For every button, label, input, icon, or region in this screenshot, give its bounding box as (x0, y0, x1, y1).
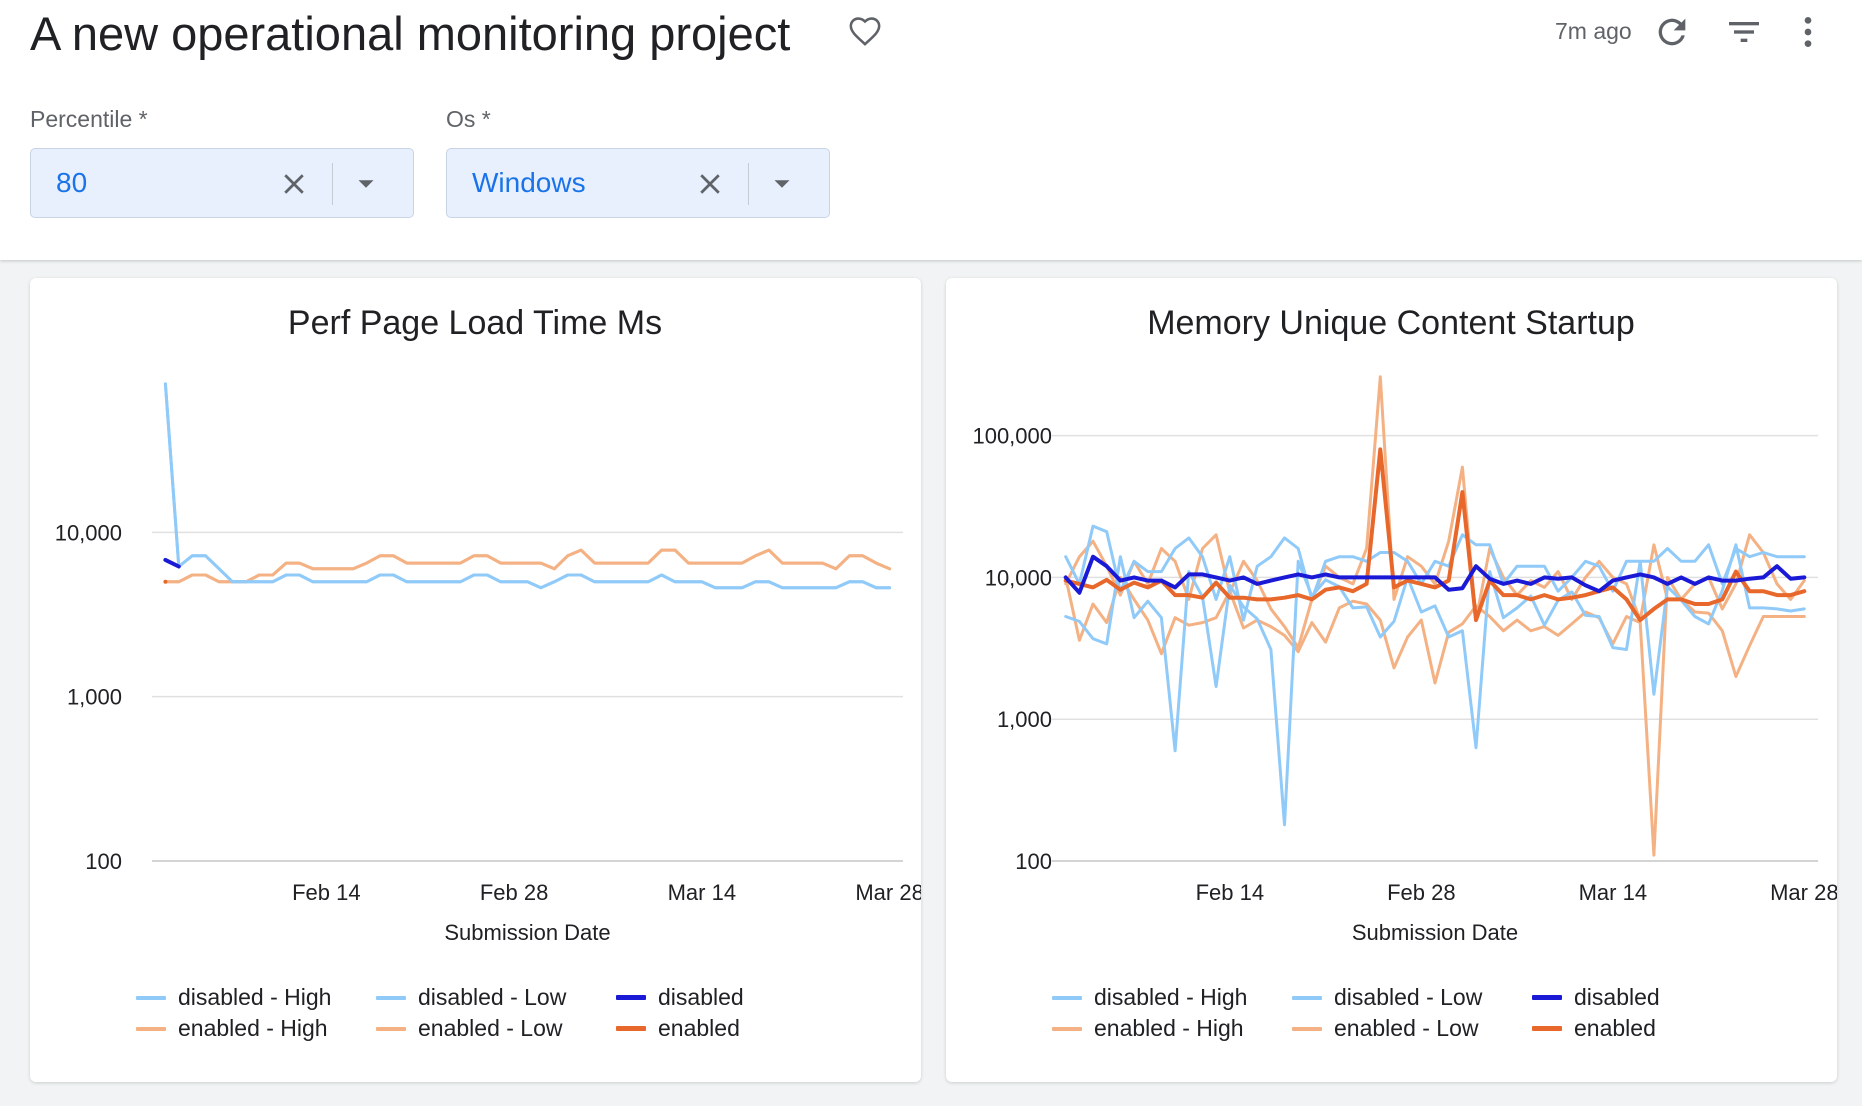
filter-list-icon[interactable] (1724, 12, 1764, 52)
x-tick-label: Mar 28 (1770, 880, 1837, 905)
x-axis-label: Submission Date (444, 920, 610, 945)
last-updated-text: 7m ago (1555, 18, 1632, 44)
series-line-disabled (163, 557, 181, 569)
legend-label: disabled (1574, 984, 1660, 1010)
series-line-enabled-high (163, 548, 892, 584)
chart-title: Perf Page Load Time Ms (288, 304, 662, 342)
perf-page-load-chart: Perf Page Load Time Ms 100 1,000 10,000 Feb … (55, 304, 921, 945)
os-value: Windows (472, 167, 586, 198)
legend-swatch (616, 1026, 646, 1031)
y-tick-label: 100 (85, 849, 122, 874)
legend-swatch (376, 1026, 406, 1031)
memory-unique-content-chart-card: Memory Unique Content Startup 100 1,000 10,… (946, 278, 1837, 1082)
memory-unique-content-chart: Memory Unique Content Startup 100 1,000 10,… (972, 304, 1837, 945)
legend-item-enabled-high[interactable]: enabled - High (1052, 1015, 1244, 1042)
legend-label: enabled - Low (418, 1015, 563, 1041)
y-tick-label: 1,000 (997, 707, 1052, 732)
x-tick-label: Feb 14 (1196, 880, 1265, 905)
legend-item-enabled[interactable]: enabled (616, 1015, 740, 1042)
close-icon[interactable] (695, 169, 725, 199)
percentile-filter-label: Percentile * (30, 106, 148, 132)
series-line-enabled (1063, 447, 1807, 623)
os-select[interactable]: Windows (446, 148, 830, 218)
os-filter-label: Os * (446, 106, 491, 132)
refresh-icon[interactable] (1652, 12, 1692, 52)
legend-label: disabled - Low (1334, 984, 1483, 1010)
series-line-enabled-low (163, 548, 892, 584)
x-tick-label: Mar 14 (668, 880, 736, 905)
legend-label: disabled (658, 984, 744, 1010)
chart-title: Memory Unique Content Startup (1147, 304, 1635, 342)
series-line-disabled-high (163, 382, 892, 590)
chevron-down-icon[interactable] (767, 169, 797, 199)
x-tick-label: Feb 14 (292, 880, 361, 905)
legend-item-enabled-low[interactable]: enabled - Low (376, 1015, 563, 1042)
legend-swatch (376, 995, 406, 1000)
legend-swatch (1292, 995, 1322, 1000)
x-tick-label: Feb 28 (480, 880, 549, 905)
legend-swatch (1292, 1026, 1322, 1031)
legend-swatch (1052, 995, 1082, 1000)
page-title: A new operational monitoring project (30, 7, 791, 60)
legend-item-disabled-low[interactable]: disabled - Low (1292, 984, 1482, 1011)
legend-item-enabled[interactable]: enabled (1532, 1015, 1656, 1042)
percentile-select[interactable]: 80 (30, 148, 414, 218)
legend-item-enabled-low[interactable]: enabled - Low (1292, 1015, 1479, 1042)
legend-swatch (136, 1026, 166, 1031)
legend-item-disabled[interactable]: disabled (616, 984, 744, 1011)
more-vertical-icon[interactable] (1788, 12, 1828, 52)
legend-label: enabled - Low (1334, 1015, 1479, 1041)
legend-swatch (616, 995, 646, 1000)
dashboard-header: A new operational monitoring project 7m … (0, 0, 1862, 260)
chevron-down-icon[interactable] (351, 169, 381, 199)
percentile-value: 80 (56, 167, 88, 198)
y-tick-label: 100,000 (972, 424, 1052, 449)
legend-item-disabled-low[interactable]: disabled - Low (376, 984, 566, 1011)
legend-label: disabled - Low (418, 984, 567, 1010)
legend-label: disabled - High (1094, 984, 1248, 1010)
legend-item-enabled-high[interactable]: enabled - High (136, 1015, 328, 1042)
perf-page-load-chart-card: Perf Page Load Time Ms 100 1,000 10,000 Feb … (30, 278, 921, 1082)
legend-item-disabled[interactable]: disabled (1532, 984, 1660, 1011)
legend-label: enabled (1574, 1015, 1656, 1041)
x-axis-label: Submission Date (1352, 920, 1518, 945)
legend-label: disabled - High (178, 984, 332, 1010)
select-divider (748, 163, 749, 205)
legend-swatch (1532, 1026, 1562, 1031)
legend-swatch (1052, 1026, 1082, 1031)
legend-swatch (1532, 995, 1562, 1000)
close-icon[interactable] (279, 169, 309, 199)
x-tick-label: Mar 14 (1579, 880, 1647, 905)
legend-label: enabled - High (178, 1015, 328, 1041)
y-tick-label: 10,000 (985, 565, 1052, 590)
heart-outline-icon[interactable] (848, 15, 882, 49)
legend-item-disabled-high[interactable]: disabled - High (136, 984, 331, 1011)
y-tick-label: 100 (1015, 849, 1052, 874)
x-tick-label: Mar 28 (855, 880, 921, 905)
legend-label: enabled - High (1094, 1015, 1244, 1041)
series-point-enabled (163, 579, 168, 584)
y-tick-label: 1,000 (67, 685, 122, 710)
legend-swatch (136, 995, 166, 1000)
legend-item-disabled-high[interactable]: disabled - High (1052, 984, 1247, 1011)
y-tick-label: 10,000 (55, 520, 122, 545)
x-tick-label: Feb 28 (1387, 880, 1456, 905)
legend-label: enabled (658, 1015, 740, 1041)
select-divider (332, 163, 333, 205)
series-line-disabled-low (163, 382, 892, 590)
